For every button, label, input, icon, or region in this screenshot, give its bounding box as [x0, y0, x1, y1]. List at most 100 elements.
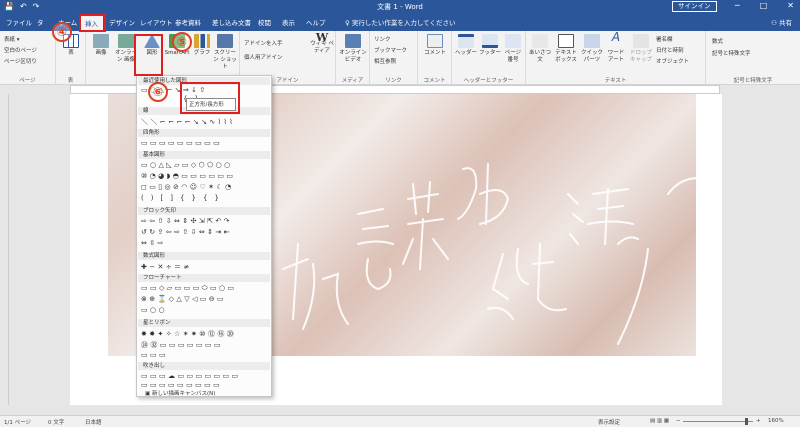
section-header-flowchart: フローチャート [138, 274, 270, 282]
quick-parts-button[interactable]: クイック パーツ [580, 34, 604, 64]
annotation-5: ⑤ [172, 32, 192, 52]
footer-icon [482, 34, 498, 48]
share-label: 共有 [779, 19, 792, 27]
wikipedia-button[interactable]: W ウィキ ペディア [310, 32, 334, 55]
link-button[interactable]: リンク [374, 35, 391, 43]
language-status[interactable]: 日本語 [85, 418, 102, 426]
close-button[interactable]: ✕ [787, 1, 794, 10]
read-mode-icon[interactable]: ▤ ▥ ▦ [650, 418, 669, 424]
tab-design[interactable]: デザイン [109, 17, 135, 27]
shape-row-basic-2[interactable]: ⑩◔◕◗◓▭▭▭▭▭▭ [141, 172, 235, 180]
canvas-icon: ▣ [145, 391, 152, 397]
screenshot-button[interactable]: スクリーン ショット [212, 34, 238, 71]
dropcap-label: ドロップ キャップ [629, 50, 652, 63]
shape-row-flowchart-1[interactable]: ▭▭◇▱▭▭▭⬭▭○▭ [141, 284, 237, 293]
tab-file[interactable]: ファイル [6, 17, 32, 27]
bookmark-button[interactable]: ブックマーク [374, 46, 407, 54]
tell-me-text: 実行したい作業を入力してください [351, 19, 456, 27]
zoom-level[interactable]: 160% [768, 418, 784, 424]
highlight-insert-tab [79, 14, 106, 32]
group-text: あいさつ 文 テキスト ボックス クイック パーツ A ワード アート ドロップ … [526, 31, 706, 85]
tab-mailings[interactable]: 差し込み文書 [212, 17, 251, 27]
display-settings-button[interactable]: 表示設定 [598, 418, 620, 426]
tab-layout[interactable]: レイアウト [140, 17, 173, 27]
shape-row-callouts-2[interactable]: ▭▭▭▭▭▭▭▭▭ [141, 381, 222, 389]
header-icon [458, 34, 474, 48]
shape-row-basic-4[interactable]: ( ) [ ] { } { } [141, 194, 221, 202]
cross-reference-button[interactable]: 相互参照 [374, 57, 396, 65]
wordart-button[interactable]: A ワード アート [605, 31, 627, 64]
vertical-ruler[interactable] [0, 94, 9, 405]
my-addins-button[interactable]: 個人用アドイン [244, 53, 283, 61]
signin-button[interactable]: サインイン [672, 1, 717, 12]
online-video-button[interactable]: オンライン ビデオ [339, 34, 367, 64]
group-label-text: テキスト [604, 78, 627, 84]
shape-row-stars-2[interactable]: ㉔㉜▭▭▭▭▭▭▭ [141, 340, 223, 350]
comment-button[interactable]: コメント [422, 34, 448, 57]
tab-view[interactable]: 表示 [282, 17, 295, 27]
pictures-button[interactable]: 画像 [90, 34, 112, 57]
shape-row-equation[interactable]: ✚−✕÷＝≠ [141, 262, 192, 272]
symbol-button[interactable]: 記号と特殊文字 [712, 49, 751, 57]
shape-row-arrows-2[interactable]: ↺↻⇪⇦⇨⇧⇩⇔⇕⇥⇤ [141, 228, 232, 236]
shape-row-stars-3[interactable]: ▭▭▭ [141, 351, 168, 359]
share-button[interactable]: ⚇ 共有 [771, 17, 792, 27]
pictures-label: 画像 [95, 50, 107, 56]
page-number-button[interactable]: ページ 番号 [502, 34, 524, 64]
blank-page-button[interactable]: 空白のページ [4, 46, 37, 54]
picture-icon [93, 34, 109, 48]
dropcap-button[interactable]: ドロップ キャップ [628, 34, 654, 64]
cover-page-button[interactable]: 表紙 ▾ [4, 35, 20, 43]
zoom-out-icon[interactable]: − [676, 418, 681, 424]
page-count[interactable]: 1/1 ページ [4, 418, 31, 426]
shape-row-basic-1[interactable]: ▭○△◺▱▭◇⬡⬠○○ [141, 161, 233, 169]
tab-references[interactable]: 参考資料 [175, 17, 201, 27]
shape-row-arrows-1[interactable]: ⇨⇦⇧⇩⇔⇕✣⇲⇱↶↷ [141, 217, 232, 225]
minimize-button[interactable]: ─ [735, 1, 740, 10]
new-canvas-item[interactable]: ▣ 新しい描画キャンバス(N) [145, 389, 215, 397]
comment-label: コメント [423, 50, 446, 56]
annotation-4: ④ [52, 22, 72, 42]
group-pages: 表紙 ▾ 空白のページ ページ区切り ページ [0, 31, 56, 85]
shape-row-flowchart-3[interactable]: ▭○○ [141, 306, 167, 314]
shape-row-arrows-3[interactable]: ⇔⇳⇨ [141, 239, 166, 247]
chart-button[interactable]: グラフ [192, 34, 212, 57]
online-picture-icon [118, 34, 134, 48]
equation-button[interactable]: 数式 [712, 37, 723, 45]
section-header-callouts: 吹き出し [138, 362, 270, 370]
shape-row-lines[interactable]: ＼＼⌐⌐⌐⌐↘↘∿⌇⌇⌇ [141, 117, 235, 127]
quick-parts-label: クイック パーツ [580, 50, 603, 63]
object-button[interactable]: オブジェクト [656, 57, 689, 65]
shape-row-rectangles[interactable]: ▭▭▭▭▭▭▭▭▭ [141, 139, 222, 147]
group-label-comments: コメント [423, 78, 446, 84]
zoom-in-icon[interactable]: + [756, 418, 761, 424]
tab-help[interactable]: ヘルプ [306, 17, 326, 27]
tab-review[interactable]: 校閲 [258, 17, 271, 27]
group-label-table: 表 [67, 78, 74, 84]
chart-icon [194, 34, 210, 48]
date-time-button[interactable]: 日付と時刻 [656, 46, 684, 54]
footer-button[interactable]: フッター [478, 34, 502, 57]
video-icon [345, 34, 361, 48]
greeting-button[interactable]: あいさつ 文 [528, 34, 552, 64]
shape-row-callouts-1[interactable]: ▭▭▭☁▭▭▭▭▭▭▭ [141, 372, 241, 380]
zoom-slider-thumb[interactable] [745, 418, 748, 425]
zoom-slider[interactable] [683, 421, 753, 422]
highlight-shapes-button [134, 34, 163, 76]
get-addins-button[interactable]: アドインを入手 [244, 39, 283, 47]
signature-line-button[interactable]: 署名欄 [656, 35, 673, 43]
shape-row-stars-1[interactable]: ✹✸✦✧☆✶✷⑩⑫⑯⑳ [141, 329, 236, 339]
section-header-block-arrows: ブロック矢印 [138, 207, 270, 215]
textbox-button[interactable]: テキスト ボックス [553, 34, 579, 64]
tell-me-search[interactable]: ♀ 実行したい作業を入力してください [345, 17, 455, 27]
header-button[interactable]: ヘッダー [454, 34, 478, 57]
tab-partial[interactable]: タ [37, 17, 44, 27]
status-bar: 1/1 ページ 0 文字 日本語 表示設定 ▤ ▥ ▦ − + 160% [0, 415, 800, 427]
group-header-footer: ヘッダー フッター ページ 番号 ヘッダーとフッター [452, 31, 526, 85]
restore-button[interactable]: □ [760, 1, 768, 10]
shape-row-flowchart-2[interactable]: ⊗⊕⌛◇△▽◁▭⊖▭ [141, 295, 226, 303]
screenshot-label: スクリーン ショット [213, 50, 237, 70]
shape-row-basic-3[interactable]: ◻▭▯◎⊘◠☺♡✶☾◔ [141, 183, 234, 191]
page-break-button[interactable]: ページ区切り [4, 57, 37, 65]
word-count[interactable]: 0 文字 [48, 418, 64, 426]
